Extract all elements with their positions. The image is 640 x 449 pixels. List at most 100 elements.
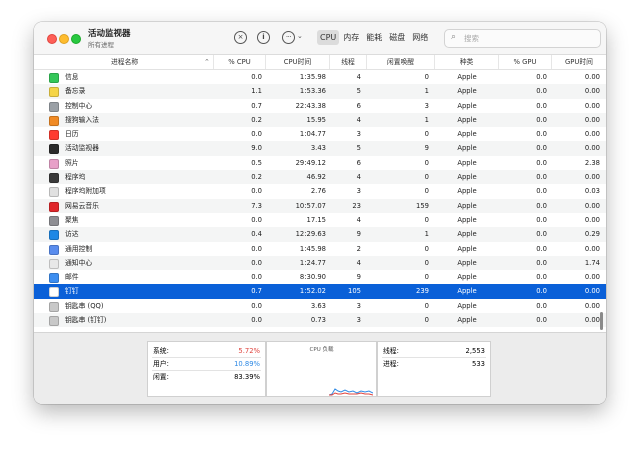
more-options-icon[interactable]: ···	[282, 31, 295, 44]
cell-cpu-time: 1:45.98	[299, 244, 326, 253]
cell-gpu: 0.0	[536, 187, 547, 196]
cell-cpu: 0.0	[251, 258, 262, 267]
column-header-cpu[interactable]: % CPU	[214, 55, 266, 69]
table-row[interactable]: 控制中心 0.7 22:43.38 6 3 Apple 0.0 0.00	[34, 99, 606, 113]
table-row[interactable]: 照片 0.5 29:49.12 6 0 Apple 0.0 2.38	[34, 156, 606, 170]
cell-gpu: 0.0	[536, 316, 547, 325]
column-header-name[interactable]: 进程名称 ⌃	[34, 55, 214, 69]
cell-cpu: 0.7	[251, 287, 262, 296]
cell-process-name: 通用控制	[65, 244, 93, 253]
cell-process-name: 信息	[65, 73, 79, 81]
zoom-window-button[interactable]	[71, 34, 81, 44]
column-header-gpu[interactable]: % GPU	[499, 55, 552, 69]
cell-idle-wakeups: 1	[424, 230, 429, 239]
cell-process-name: 通知中心	[65, 258, 93, 267]
cell-cpu: 9.0	[251, 144, 262, 153]
app-icon	[49, 144, 59, 155]
cell-gpu: 0.0	[536, 258, 547, 267]
cell-threads: 3	[356, 316, 361, 325]
close-window-button[interactable]	[47, 34, 57, 44]
cell-cpu-time: 2.76	[310, 187, 326, 196]
cell-cpu: 0.0	[251, 73, 262, 81]
cell-gpu: 0.0	[536, 87, 547, 96]
cell-gpu: 0.0	[536, 101, 547, 110]
table-row[interactable]: 活动监视器 9.0 3.43 5 9 Apple 0.0 0.00	[34, 141, 606, 156]
table-row[interactable]: 邮件 0.0 8:30.90 9 0 Apple 0.0 0.00	[34, 270, 606, 284]
cell-cpu-time: 1:52.02	[299, 287, 326, 296]
cell-gpu: 0.0	[536, 130, 547, 139]
table-row[interactable]: 网易云音乐 7.3 10:57.07 23 159 Apple 0.0 0.00	[34, 198, 606, 213]
cell-kind: Apple	[457, 158, 477, 167]
table-row[interactable]: 钥匙串 (QQ) 0.0 3.63 3 0 Apple 0.0 0.00	[34, 299, 606, 313]
cell-threads: 5	[356, 144, 361, 153]
column-header-idle-wakeups[interactable]: 闲置唤醒	[367, 55, 435, 69]
window-title: 活动监视器	[88, 29, 131, 39]
cell-gpu: 0.0	[536, 115, 547, 124]
cell-kind: Apple	[457, 230, 477, 239]
cell-cpu: 0.0	[251, 130, 262, 139]
cell-gpu: 0.0	[536, 173, 547, 182]
cell-kind: Apple	[457, 215, 477, 224]
cell-idle-wakeups: 0	[424, 187, 429, 196]
cell-gpu-time: 0.00	[584, 130, 600, 139]
cell-gpu: 0.0	[536, 301, 547, 310]
activity-monitor-window: 活动监视器 所有进程 × i ··· ⌄ CPU 内存 能耗 磁盘 网络 ⌕ 搜…	[34, 22, 606, 404]
cell-kind: Apple	[457, 115, 477, 124]
cpu-usage-panel: 系统: 5.72% 用户: 10.89% 闲置: 83.39%	[147, 341, 266, 397]
table-row[interactable]: 备忘录 1.1 1:53.36 5 1 Apple 0.0 0.00	[34, 84, 606, 99]
column-header-cpu-time[interactable]: CPU时间	[266, 55, 330, 69]
cell-process-name: 程序坞附加项	[65, 187, 106, 196]
table-row[interactable]: 程序坞附加项 0.0 2.76 3 0 Apple 0.0 0.03	[34, 184, 606, 198]
table-row[interactable]: 钥匙串 (钉钉) 0.0 0.73 3 0 Apple 0.0 0.00	[34, 313, 606, 328]
table-row[interactable]: 访达 0.4 12:29.63 9 1 Apple 0.0 0.29	[34, 227, 606, 242]
table-row[interactable]: 程序坞 0.2 46.92 4 0 Apple 0.0 0.00	[34, 170, 606, 185]
cell-gpu-time: 0.00	[584, 73, 600, 81]
cell-cpu-time: 1:24.77	[299, 258, 326, 267]
cell-gpu-time: 0.00	[584, 215, 600, 224]
cell-cpu-time: 1:53.36	[299, 87, 326, 96]
cell-idle-wakeups: 0	[424, 316, 429, 325]
column-header-threads[interactable]: 线程	[330, 55, 367, 69]
search-field[interactable]: ⌕ 搜索	[444, 29, 601, 48]
cell-process-name: 备忘录	[65, 87, 86, 96]
cell-cpu-time: 10:57.07	[295, 201, 326, 210]
window-subtitle[interactable]: 所有进程	[88, 39, 114, 49]
table-row[interactable]: 日历 0.0 1:04.77 3 0 Apple 0.0 0.00	[34, 127, 606, 141]
table-row[interactable]: 通知中心 0.0 1:24.77 4 0 Apple 0.0 1.74	[34, 255, 606, 271]
cell-cpu-time: 22:43.38	[295, 101, 326, 110]
chevron-down-icon[interactable]: ⌄	[297, 32, 303, 40]
tab-network[interactable]: 网络	[409, 30, 431, 45]
cell-cpu: 0.0	[251, 187, 262, 196]
cell-idle-wakeups: 0	[424, 173, 429, 182]
cell-kind: Apple	[457, 258, 477, 267]
table-row[interactable]: 通用控制 0.0 1:45.98 2 0 Apple 0.0 0.00	[34, 242, 606, 256]
cell-process-name: 程序坞	[65, 173, 86, 182]
table-row[interactable]: 搜狗输入法 0.2 15.95 4 1 Apple 0.0 0.00	[34, 112, 606, 128]
table-row[interactable]: 信息 0.0 1:35.98 4 0 Apple 0.0 0.00	[34, 70, 606, 84]
app-icon	[49, 115, 59, 126]
cell-gpu: 0.0	[536, 273, 547, 282]
info-icon[interactable]: i	[257, 31, 270, 44]
tab-cpu[interactable]: CPU	[317, 30, 340, 45]
cell-cpu-time: 12:29.63	[295, 230, 326, 239]
cell-kind: Apple	[457, 201, 477, 210]
cell-process-name: 钥匙串 (QQ)	[65, 301, 104, 310]
cell-process-name: 钥匙串 (钉钉)	[65, 316, 107, 325]
cell-threads: 105	[348, 287, 361, 296]
cell-gpu-time: 0.00	[584, 273, 600, 282]
app-icon	[49, 258, 59, 269]
table-row[interactable]: 聚焦 0.0 17.15 4 0 Apple 0.0 0.00	[34, 213, 606, 227]
scrollbar-thumb[interactable]	[600, 312, 603, 330]
tab-energy[interactable]: 能耗	[363, 30, 385, 45]
threads-value: 2,553	[465, 347, 485, 355]
tab-memory[interactable]: 内存	[340, 30, 362, 45]
minimize-window-button[interactable]	[59, 34, 69, 44]
column-header-kind[interactable]: 种类	[435, 55, 499, 69]
cell-kind: Apple	[457, 87, 477, 96]
cell-gpu-time: 0.00	[584, 101, 600, 110]
tab-disk[interactable]: 磁盘	[386, 30, 408, 45]
column-header-gpu-time[interactable]: GPU时间	[552, 55, 606, 69]
stop-process-icon[interactable]: ×	[234, 31, 247, 44]
table-row[interactable]: 钉钉 0.7 1:52.02 105 239 Apple 0.0 0.00	[34, 284, 606, 299]
cell-gpu: 0.0	[536, 287, 547, 296]
